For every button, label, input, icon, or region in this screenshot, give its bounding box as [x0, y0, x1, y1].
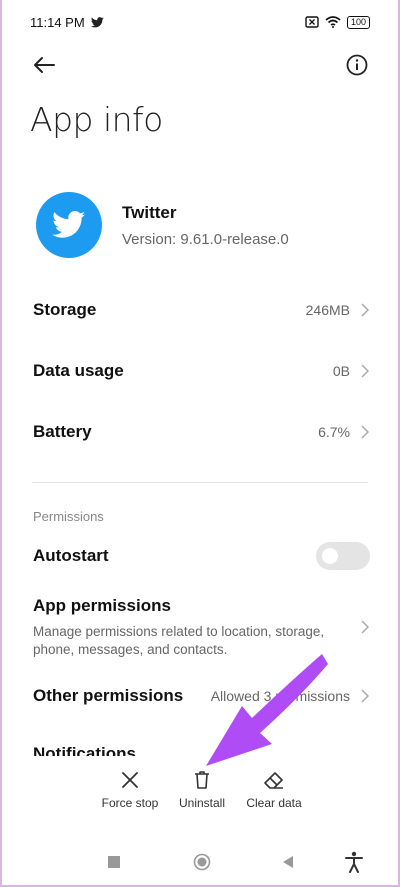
screen-frame: 11:14 PM 100 App info Twitter Version: 9… [0, 0, 400, 887]
uninstall-button[interactable]: Uninstall [174, 770, 230, 810]
home-button[interactable] [188, 850, 216, 874]
app-icon [36, 192, 102, 258]
status-time: 11:14 PM [30, 14, 85, 30]
force-stop-label: Force stop [101, 796, 159, 810]
data-usage-row[interactable]: Data usage 0B [2, 357, 398, 385]
accessibility-button[interactable] [340, 850, 368, 874]
system-nav-bar [2, 846, 398, 878]
back-button[interactable] [28, 50, 60, 80]
app-version: Version: 9.61.0-release.0 [122, 230, 289, 248]
twitter-bird-icon [90, 16, 104, 27]
other-permissions-value: Allowed 3 permissions [210, 688, 350, 704]
toggle-knob [322, 548, 338, 564]
other-permissions-label: Other permissions [33, 686, 184, 705]
bottom-action-bar: Force stop Uninstall Clear data [2, 770, 398, 820]
top-bar [2, 46, 398, 82]
wifi-icon [325, 16, 341, 28]
chevron-right-icon [360, 688, 370, 704]
arrow-left-icon [34, 57, 55, 73]
clear-data-button[interactable]: Clear data [242, 770, 306, 810]
twitter-bird-icon [52, 211, 86, 238]
app-permissions-row[interactable]: App permissions Manage permissions relat… [2, 596, 398, 658]
battery-label: Battery [33, 422, 92, 441]
app-permissions-subtitle: Manage permissions related to location, … [33, 623, 325, 657]
app-name: Twitter [122, 202, 177, 222]
recents-square-icon [108, 856, 120, 868]
close-icon [122, 772, 138, 788]
app-header: Twitter Version: 9.61.0-release.0 [36, 192, 289, 258]
home-circle-icon [193, 853, 211, 871]
chevron-right-icon [360, 363, 370, 379]
data-usage-label: Data usage [33, 361, 124, 380]
storage-value: 246MB [305, 302, 350, 318]
autostart-toggle[interactable] [316, 542, 370, 570]
info-circle-icon [346, 54, 368, 76]
force-stop-button[interactable]: Force stop [98, 770, 162, 810]
recents-button[interactable] [100, 850, 128, 874]
section-divider [32, 482, 368, 483]
data-usage-value: 0B [332, 363, 350, 379]
storage-row[interactable]: Storage 246MB [2, 296, 398, 324]
notifications-row[interactable]: Notifications [33, 742, 136, 756]
other-permissions-row[interactable]: Other permissions Allowed 3 permissions [2, 682, 398, 710]
uninstall-label: Uninstall [178, 796, 226, 810]
chevron-right-icon [360, 424, 370, 440]
back-triangle-icon [283, 856, 293, 868]
battery-value: 6.7% [318, 424, 350, 440]
info-button[interactable] [342, 50, 372, 80]
status-bar: 11:14 PM 100 [2, 0, 398, 44]
autostart-row: Autostart [2, 541, 398, 571]
sim-crossed-icon [305, 16, 319, 28]
permissions-section-label: Permissions [33, 509, 104, 524]
app-permissions-label: App permissions [33, 595, 171, 615]
chevron-right-icon [360, 619, 370, 635]
battery-icon: 100 [346, 15, 370, 29]
back-nav-button[interactable] [274, 850, 302, 874]
accessibility-icon [345, 851, 363, 873]
eraser-icon [264, 772, 283, 789]
trash-icon [195, 771, 209, 789]
storage-label: Storage [33, 300, 97, 319]
autostart-label: Autostart [33, 546, 109, 565]
chevron-right-icon [360, 302, 370, 318]
page-title: App info [30, 100, 163, 139]
clear-data-label: Clear data [246, 796, 302, 810]
battery-row[interactable]: Battery 6.7% [2, 418, 398, 446]
